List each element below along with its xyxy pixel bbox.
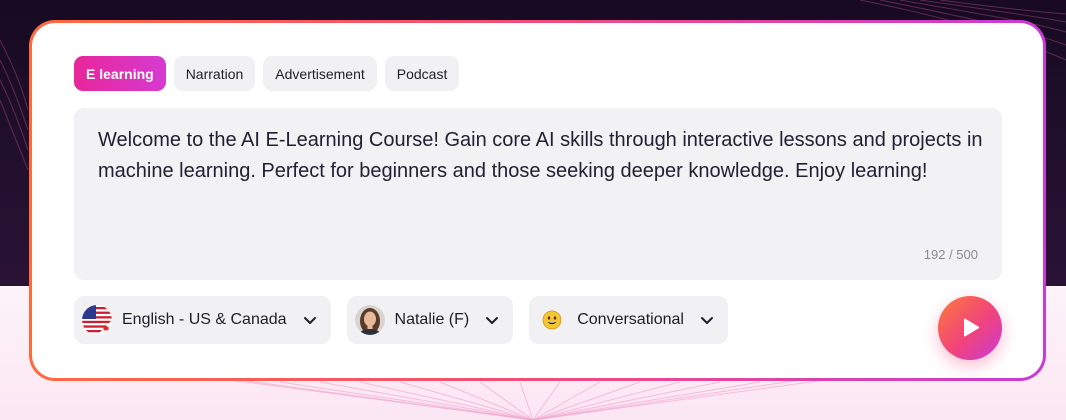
voice-label: Natalie (F) [394,311,470,328]
avatar [354,305,385,335]
chevron-down-icon [486,317,499,324]
play-button[interactable] [938,296,1002,360]
category-tabs: E learning Narration Advertisement Podca… [74,56,460,91]
script-textarea[interactable]: Welcome to the AI E-Learning Course! Gai… [74,108,1002,280]
play-icon [964,318,980,337]
style-dropdown[interactable]: Conversational [529,296,728,344]
tab-e-learning[interactable]: E learning [74,56,166,91]
tab-advertisement[interactable]: Advertisement [263,56,377,91]
voice-dropdown[interactable]: Natalie (F) [346,296,514,344]
us-canada-flag-icon [82,305,112,335]
tts-card: E learning Narration Advertisement Podca… [32,23,1043,378]
tab-podcast[interactable]: Podcast [384,56,460,91]
tab-narration[interactable]: Narration [173,56,256,91]
style-label: Conversational [577,311,684,328]
language-dropdown[interactable]: English - US & Canada [74,296,331,344]
smiley-emoji-icon [537,305,567,335]
language-label: English - US & Canada [122,311,287,328]
chevron-down-icon [303,317,316,324]
script-text[interactable]: Welcome to the AI E-Learning Course! Gai… [98,125,988,187]
chevron-down-icon [700,317,713,324]
voice-options: English - US & Canada Natalie (F) Conver… [74,296,728,344]
tts-card-border: E learning Narration Advertisement Podca… [29,20,1046,381]
character-counter: 192 / 500 [923,247,978,262]
